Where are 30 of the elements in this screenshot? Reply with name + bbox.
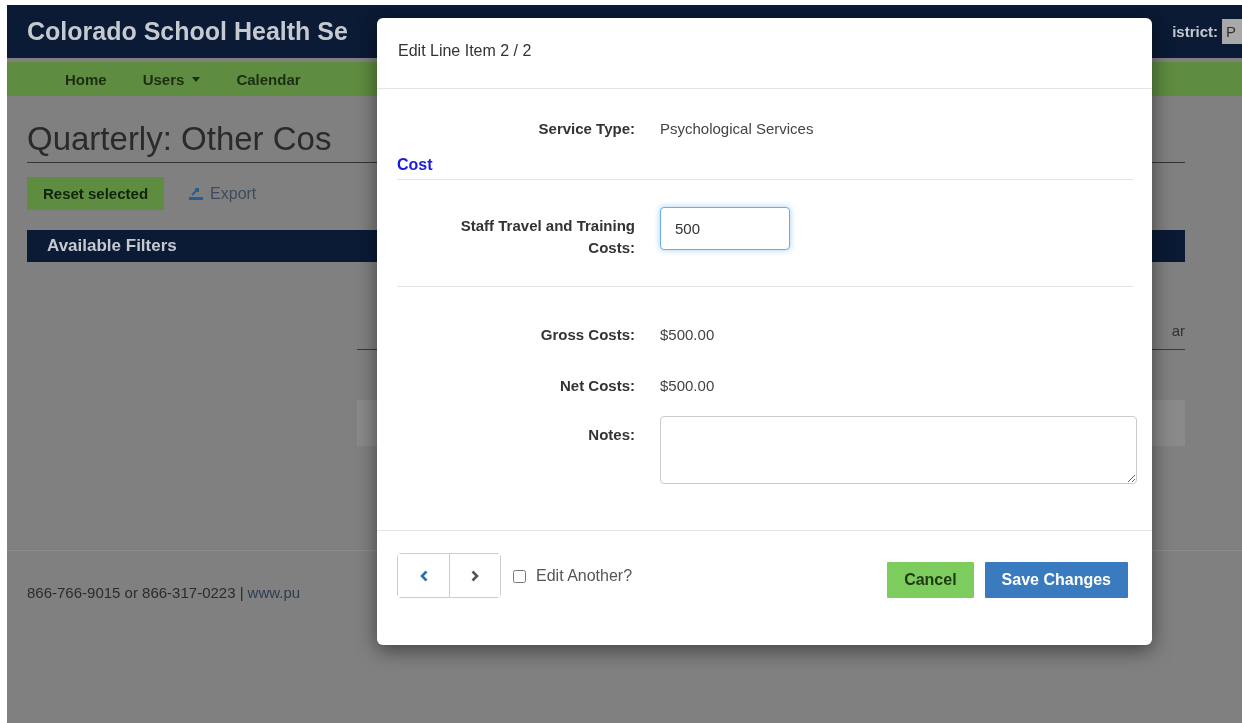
cost-value: $500.00 [660, 376, 716, 396]
caret-icon [192, 76, 201, 82]
footer-link[interactable]: www.pu [247, 584, 301, 601]
field-label: Gross Costs: [539, 325, 635, 345]
edit-another-checkbox[interactable] [513, 569, 526, 583]
nav-item[interactable]: Users [142, 70, 201, 88]
chevron-left-icon [419, 569, 428, 582]
cost-value: $500.00 [660, 325, 716, 345]
field-label: Notes: [587, 425, 635, 445]
nav-item[interactable]: Calendar [236, 70, 301, 88]
save-button[interactable]: Save Changes [984, 562, 1128, 598]
cost-input[interactable]: 500 [660, 207, 790, 250]
checkbox-label: Edit Another? [536, 567, 633, 585]
next-button[interactable] [449, 554, 500, 597]
modal-title: Edit Line Item 2 / 2 [398, 42, 532, 59]
district-label: istrict: [1172, 23, 1218, 40]
export-link[interactable]: Export [188, 184, 257, 203]
field-label: Net Costs: [559, 376, 635, 396]
field-label: Service Type: [537, 119, 635, 139]
service-type-value: Psychological Services [660, 119, 815, 139]
app-title: Colorado School Health Se [27, 17, 348, 46]
notes-field[interactable] [660, 416, 1137, 484]
district-select[interactable]: P [1222, 19, 1242, 44]
chevron-right-icon [471, 569, 479, 582]
footer-phones: 866-766-9015 or 866-317-0223 | [27, 584, 244, 601]
cancel-button[interactable]: Cancel [887, 562, 974, 598]
column-header: ar [1171, 322, 1185, 339]
nav-item[interactable]: Home [65, 70, 107, 88]
export-icon [188, 186, 205, 201]
reset-selected-button[interactable]: Reset selected [27, 177, 165, 210]
